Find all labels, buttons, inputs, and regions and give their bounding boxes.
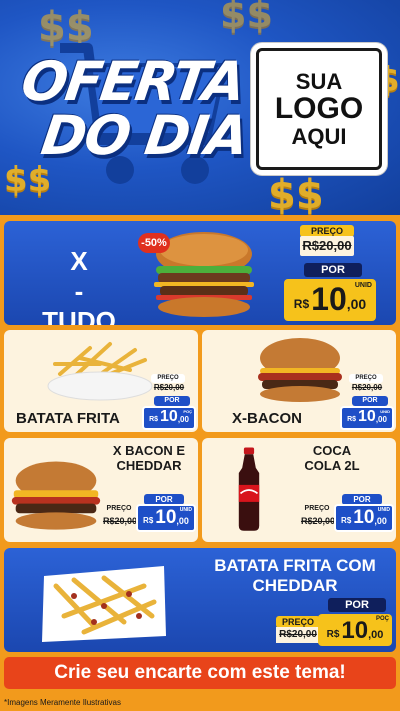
price-cents: ,00 — [374, 516, 387, 526]
new-price: R$ 10 ,00 UNID — [136, 504, 196, 532]
price-integer: 10 — [160, 408, 178, 425]
price-integer: 10 — [353, 507, 375, 528]
por-label: POR — [352, 396, 388, 406]
product-name: X BACON E CHEDDAR — [112, 443, 186, 473]
new-price: R$ 10 ,00 UNID — [334, 504, 394, 532]
new-price: R$ 10 ,00 POÇ — [318, 614, 392, 646]
fries-image — [47, 342, 153, 401]
old-price: R$20,00 — [300, 516, 336, 526]
price-integer: 10 — [155, 507, 177, 528]
price-unit: UNID — [354, 282, 372, 289]
currency-symbol: R$ — [341, 516, 352, 525]
price-cents: ,00 — [368, 629, 384, 641]
por-label: POR — [154, 396, 190, 406]
price-integer: 10 — [358, 408, 376, 425]
price-unit: UNID — [380, 409, 390, 414]
price-integer: 10 — [341, 617, 369, 644]
burger-image — [258, 338, 342, 402]
fries-cheddar-image — [42, 566, 166, 642]
old-price: R$20,00 — [300, 236, 354, 256]
logo-text-line1: SUA — [295, 69, 343, 95]
product-card-x-bacon-cheddar[interactable]: X BACON E CHEDDAR POR PREÇO R$20,00 R$ 1… — [4, 438, 198, 542]
currency-symbol: R$ — [293, 297, 310, 311]
new-price: R$ 10 ,00 POÇ — [142, 406, 196, 430]
product-card-batata-frita[interactable]: BATATA FRITA PREÇO R$20,00 POR R$ 10 ,00… — [4, 330, 198, 432]
logo-text-line2: LOGO — [274, 92, 364, 126]
dollar-decoration: $$ — [220, 0, 273, 36]
price-unit: UNID — [377, 507, 390, 513]
price-cents: ,00 — [346, 296, 367, 312]
por-label: POR — [328, 598, 386, 612]
product-card-x-bacon[interactable]: X-BACON PREÇO R$20,00 POR R$ 10 ,00 UNID — [202, 330, 396, 432]
new-price: R$ 10 ,00 UNID — [340, 406, 394, 430]
soda-bottle-image — [238, 447, 260, 531]
old-price: R$20,00 — [351, 383, 383, 392]
burger-image — [11, 461, 101, 530]
price-cents: ,00 — [176, 516, 189, 526]
preco-label: PREÇO — [106, 505, 132, 512]
currency-symbol: R$ — [149, 416, 159, 423]
logo-placeholder: SUA LOGO AQUI — [256, 48, 382, 170]
currency-symbol: R$ — [326, 629, 340, 640]
cta-banner[interactable]: Crie seu encarte com este tema! — [4, 657, 396, 689]
preco-label: PREÇO — [304, 505, 330, 512]
product-name: BATATA FRITA — [16, 410, 120, 427]
product-card-x-tudo[interactable]: X - TUDO -50% PREÇO R$20,00 POR R$ 10 ,0… — [4, 221, 396, 325]
por-label: POR — [304, 263, 362, 277]
price-unit: POÇ — [183, 409, 192, 414]
price-unit: UNID — [179, 507, 192, 513]
hero-title-line2: DO DIA — [37, 104, 251, 167]
product-card-coca-cola[interactable]: COCA COLA 2L POR PREÇO R$20,00 R$ 10 ,00… — [202, 438, 396, 542]
price-cents: ,00 — [375, 415, 387, 424]
old-price: R$20,00 — [102, 516, 138, 526]
product-name: BATATA FRITA COM CHEDDAR — [214, 556, 376, 595]
new-price: R$ 10 ,00 UNID — [284, 279, 376, 321]
product-name: COCA COLA 2L — [304, 443, 360, 473]
currency-symbol: R$ — [347, 416, 357, 423]
product-card-batata-cheddar[interactable]: BATATA FRITA COM CHEDDAR POR PREÇO R$20,… — [4, 548, 396, 652]
discount-badge: -50% — [138, 233, 170, 253]
logo-text-line3: AQUI — [291, 123, 347, 149]
price-cents: ,00 — [177, 415, 189, 424]
price-unit: POÇ — [375, 616, 389, 622]
hero-banner: $$ $$ $$ $$ $$ OFERTA DO DIA SUA LOGO AQ… — [0, 0, 400, 215]
currency-symbol: R$ — [143, 516, 154, 525]
old-price: R$20,00 — [153, 383, 185, 392]
dollar-decoration: $$ — [268, 172, 324, 215]
old-price: R$20,00 — [276, 627, 320, 643]
disclaimer-footer: *Imagens Meramente Ilustrativas — [0, 694, 400, 711]
price-integer: 10 — [311, 281, 347, 317]
product-name: X - TUDO — [42, 246, 116, 325]
product-name: X-BACON — [232, 410, 302, 427]
